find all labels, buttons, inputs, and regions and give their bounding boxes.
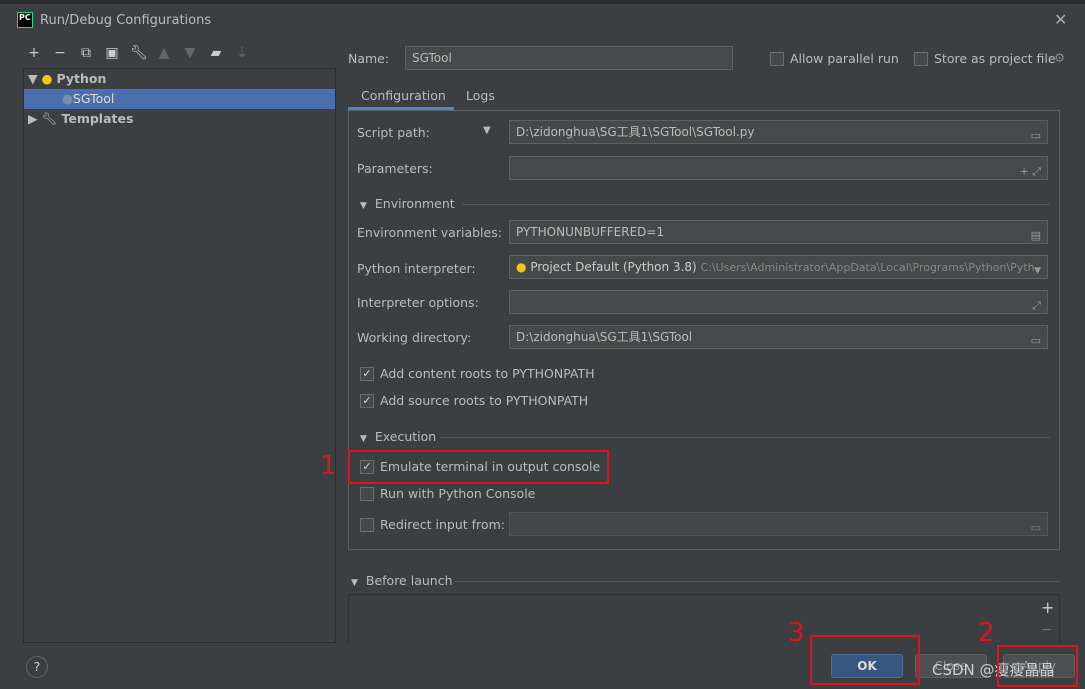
- annotation-box-2: [997, 645, 1078, 687]
- interp-options-label: Interpreter options:: [357, 295, 479, 310]
- tree-label: Templates: [61, 111, 134, 126]
- minus-icon[interactable]: −: [52, 45, 68, 61]
- section-title: Before launch: [365, 573, 453, 588]
- script-path-label: Script path:: [357, 125, 430, 140]
- config-tree: ▼ ● Python ●SGTool ▶ 🔧︎ Templates: [23, 68, 336, 643]
- collapse-icon: ▼: [360, 201, 367, 211]
- annotation-number-3: 3: [788, 618, 805, 648]
- env-vars-label: Environment variables:: [357, 225, 502, 240]
- help-button[interactable]: ?: [26, 656, 48, 678]
- expand-icon[interactable]: ▼: [28, 71, 38, 86]
- source-roots-label: Add source roots to PYTHONPATH: [380, 393, 589, 408]
- script-path-value: D:\zidonghua\SG工具1\SGTool\SGTool.py: [516, 125, 755, 139]
- interpreter-label: Python interpreter:: [357, 261, 476, 276]
- script-path-input[interactable]: D:\zidonghua\SG工具1\SGTool\SGTool.py ▭: [509, 120, 1048, 144]
- tree-label: Python: [56, 71, 107, 86]
- script-type-dropdown[interactable]: ▼: [483, 125, 491, 136]
- expand-icon[interactable]: + ⤢: [1019, 161, 1041, 183]
- expand-icon[interactable]: ⤢: [1032, 295, 1041, 317]
- parameters-label: Parameters:: [357, 161, 433, 176]
- redirect-input-label: Redirect input from:: [380, 517, 505, 532]
- parameters-input[interactable]: + ⤢: [509, 156, 1048, 180]
- divider: [462, 204, 1050, 205]
- wrench-icon[interactable]: 🔧︎: [130, 45, 148, 61]
- close-icon[interactable]: ✕: [1054, 10, 1067, 29]
- interpreter-path: C:\Users\Administrator\AppData\Local\Pro…: [700, 261, 1035, 274]
- tree-item-python[interactable]: ▼ ● Python: [24, 69, 335, 89]
- divider: [455, 581, 1060, 582]
- arrow-down-icon[interactable]: ▼: [182, 45, 198, 61]
- env-vars-input[interactable]: PYTHONUNBUFFERED=1 ▤: [509, 220, 1048, 244]
- content-roots-label: Add content roots to PYTHONPATH: [380, 366, 595, 381]
- logo-text: PC: [19, 13, 31, 22]
- gear-icon[interactable]: ⚙: [1054, 50, 1065, 65]
- redirect-input-checkbox[interactable]: [360, 518, 374, 532]
- before-launch-list: [348, 594, 1060, 644]
- name-input[interactable]: SGTool: [405, 46, 733, 70]
- tree-item-sgtool[interactable]: ●SGTool: [24, 89, 335, 109]
- store-project-label: Store as project file: [934, 51, 1056, 66]
- sort-icon[interactable]: ⇣: [234, 45, 250, 61]
- collapse-icon: ▼: [360, 434, 367, 444]
- collapse-icon[interactable]: ▶: [28, 111, 38, 126]
- collapse-icon: ▼: [351, 578, 358, 588]
- before-launch-section[interactable]: ▼ Before launch: [351, 573, 453, 588]
- annotation-box-3: [810, 635, 920, 685]
- plus-icon[interactable]: +: [26, 45, 42, 61]
- tab-configuration[interactable]: Configuration: [348, 86, 454, 110]
- source-roots-checkbox[interactable]: ✓: [360, 394, 374, 408]
- python-console-checkbox[interactable]: [360, 487, 374, 501]
- divider: [440, 437, 1050, 438]
- list-icon[interactable]: ▤: [1031, 225, 1041, 247]
- annotation-number-1: 1: [320, 451, 337, 481]
- tree-toolbar: + − ⧉ ▣ 🔧︎ ▲ ▼ ▰ ⇣: [26, 45, 250, 61]
- pycharm-logo: PC: [17, 12, 33, 28]
- wrench-icon: 🔧︎: [41, 111, 58, 126]
- folder-icon[interactable]: ▭: [1031, 125, 1041, 147]
- name-label: Name:: [348, 51, 390, 66]
- save-icon[interactable]: ▣: [104, 45, 120, 61]
- new-folder-icon[interactable]: ▰: [208, 45, 224, 61]
- chevron-down-icon[interactable]: ▼: [1034, 260, 1041, 278]
- arrow-up-icon[interactable]: ▲: [156, 45, 172, 61]
- workdir-input[interactable]: D:\zidonghua\SG工具1\SGTool ▭: [509, 325, 1048, 349]
- interpreter-select[interactable]: ● Project Default (Python 3.8) C:\Users\…: [509, 255, 1048, 279]
- interpreter-value: Project Default (Python 3.8): [530, 260, 697, 274]
- remove-task-icon[interactable]: −: [1041, 622, 1053, 638]
- copy-icon[interactable]: ⧉: [78, 45, 94, 61]
- tree-label: SGTool: [72, 91, 115, 106]
- store-project-checkbox[interactable]: [914, 52, 928, 66]
- python-console-label: Run with Python Console: [380, 486, 536, 501]
- workdir-label: Working directory:: [357, 330, 472, 345]
- annotation-box-1: [348, 450, 609, 484]
- add-task-icon[interactable]: +: [1041, 598, 1054, 617]
- section-title: Environment: [374, 196, 455, 211]
- python-icon: ●: [41, 71, 53, 86]
- folder-icon[interactable]: ▭: [1031, 517, 1041, 539]
- allow-parallel-label: Allow parallel run: [790, 51, 899, 66]
- interp-options-input[interactable]: ⤢: [509, 290, 1048, 314]
- execution-section[interactable]: ▼ Execution: [360, 429, 436, 444]
- redirect-input-field[interactable]: ▭: [509, 512, 1048, 536]
- window-title: Run/Debug Configurations: [40, 13, 212, 28]
- env-vars-value: PYTHONUNBUFFERED=1: [516, 225, 665, 239]
- content-roots-checkbox[interactable]: ✓: [360, 367, 374, 381]
- workdir-value: D:\zidonghua\SG工具1\SGTool: [516, 330, 693, 344]
- allow-parallel-checkbox[interactable]: [770, 52, 784, 66]
- python-icon: ●: [516, 260, 527, 274]
- folder-icon[interactable]: ▭: [1031, 330, 1041, 352]
- tab-logs[interactable]: Logs: [466, 88, 495, 103]
- python-icon: ●: [62, 91, 73, 106]
- environment-section[interactable]: ▼ Environment: [360, 196, 455, 211]
- annotation-number-2: 2: [978, 618, 995, 648]
- section-title: Execution: [374, 429, 437, 444]
- tree-item-templates[interactable]: ▶ 🔧︎ Templates: [24, 109, 335, 129]
